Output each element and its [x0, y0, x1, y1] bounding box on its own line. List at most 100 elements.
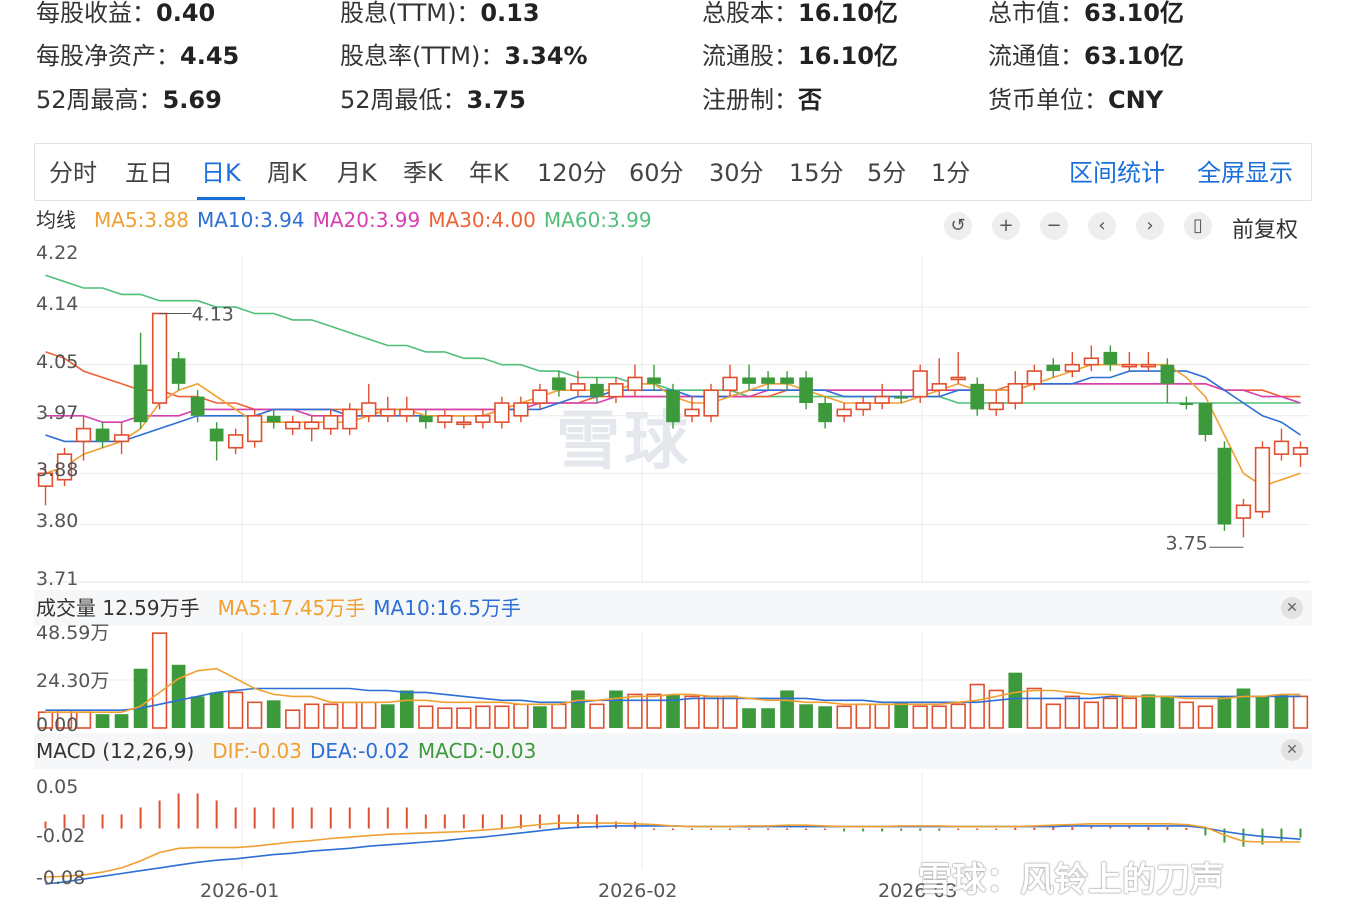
macd-axis-label: -0.02 — [36, 824, 86, 847]
candle-body-up — [513, 402, 529, 417]
volume-bar-up — [969, 683, 985, 729]
candle-body-up — [1083, 357, 1099, 366]
candle-body-down — [1160, 364, 1175, 384]
volume-bar-up — [304, 703, 320, 729]
volume-bar-down — [209, 692, 224, 728]
candle-body-up — [1292, 446, 1309, 455]
volume-bar-down — [190, 696, 205, 728]
volume-bar-up — [475, 705, 491, 729]
candle-body-up — [1273, 440, 1290, 455]
volume-bar-up — [703, 695, 719, 729]
candle-body-up — [75, 427, 92, 443]
price-axis-label: 3.71 — [36, 568, 79, 590]
candle-body-down — [1046, 364, 1061, 372]
volume-bar-down — [1255, 696, 1270, 728]
candle-body-up — [722, 376, 738, 392]
price-axis-label: 4.14 — [36, 293, 79, 316]
candle-body-up — [1064, 363, 1080, 372]
volume-bar-up — [1121, 697, 1138, 729]
volume-bar-up — [931, 705, 947, 729]
volume-bar-up — [836, 705, 852, 729]
candle-body-up — [456, 421, 472, 425]
candle-body-down — [590, 383, 604, 397]
candle-body-down — [742, 377, 756, 384]
price-axis-label: 4.05 — [36, 350, 79, 373]
volume-bar-up — [456, 707, 472, 729]
volume-bar-down — [780, 690, 794, 728]
volume-bar-down — [1141, 694, 1156, 728]
candle-body-up — [151, 312, 168, 404]
volume-bar-up — [1102, 697, 1118, 729]
candle-body-up — [627, 376, 643, 392]
candle-body-down — [761, 377, 775, 384]
candle-body-up — [684, 408, 700, 417]
candle-body-up — [570, 383, 586, 392]
candle-body-up — [1007, 383, 1023, 404]
volume-axis-label: 0.00 — [36, 714, 79, 736]
candle-body-up — [855, 402, 871, 411]
volume-bar-down — [133, 668, 148, 728]
volume-bar-up — [1197, 705, 1214, 729]
volume-axis-label: 24.30万 — [36, 669, 110, 692]
candle-body-up — [285, 421, 301, 430]
volume-bar-down — [171, 664, 186, 728]
volume-bar-up — [437, 707, 453, 729]
candle-body-up — [950, 376, 966, 381]
author-watermark: 雪球：风铃上的刀声 — [918, 860, 1224, 900]
volume-bar-down — [1160, 696, 1175, 728]
volume-bar-down — [1274, 694, 1289, 728]
volume-bar-up — [684, 695, 700, 729]
volume-bar-up — [1178, 701, 1195, 729]
volume-bar-down — [571, 690, 585, 728]
candle-body-up — [1254, 446, 1271, 513]
volume-bar-up — [1026, 687, 1042, 729]
volume-bar-down — [533, 706, 547, 728]
macd-axis-label: 0.05 — [36, 775, 79, 798]
volume-bar-up — [418, 705, 434, 729]
candle-body-down — [552, 377, 566, 391]
candle-body-up — [399, 408, 415, 417]
candle-body-up — [113, 434, 130, 443]
x-axis-label: 2026-01 — [200, 880, 280, 902]
volume-bar-down — [114, 714, 129, 728]
volume-bar-up — [912, 705, 928, 729]
candle-body-down — [666, 390, 680, 423]
candle-body-down — [133, 364, 148, 423]
candle-body-up — [437, 415, 453, 423]
candle-body-down — [1198, 403, 1213, 435]
candle-body-up — [304, 421, 320, 430]
volume-bar-up — [361, 701, 377, 729]
low-marker-label: 3.75 — [1165, 532, 1207, 554]
candle-body-down — [171, 358, 186, 384]
volume-bar-down — [894, 702, 909, 728]
volume-bar-up — [1292, 695, 1309, 729]
macd-axis-label: -0.08 — [36, 866, 86, 889]
volume-bar-up — [950, 703, 966, 729]
candle-body-up — [912, 370, 928, 398]
price-axis-label: 3.80 — [36, 510, 79, 533]
volume-bar-up — [247, 701, 263, 729]
candle-body-up — [874, 395, 890, 404]
candle-body-up — [494, 402, 510, 423]
volume-bar-down — [742, 708, 756, 728]
x-axis-label: 2026-02 — [598, 880, 678, 902]
candle-body-up — [931, 383, 947, 392]
candle-body-up — [836, 408, 852, 417]
price-axis-label: 3.97 — [36, 401, 79, 424]
volume-bar-up — [513, 703, 529, 729]
candle-body-up — [475, 415, 491, 423]
volume-bar-up — [855, 703, 871, 729]
volume-bar-up — [874, 703, 890, 729]
volume-bar-down — [609, 690, 623, 728]
candle-body-down — [266, 415, 281, 423]
high-marker-label: 4.13 — [192, 304, 234, 326]
candle-body-down — [799, 377, 813, 404]
candle-body-up — [1140, 363, 1157, 368]
candle-body-up — [532, 389, 548, 404]
volume-bar-up — [1083, 701, 1099, 729]
kline-chart[interactable]: 4.13 3.75 — [0, 0, 1360, 920]
candle-body-down — [970, 383, 985, 410]
candle-body-up — [988, 402, 1004, 411]
volume-bar-up — [75, 711, 92, 729]
candle-body-up — [228, 434, 244, 449]
